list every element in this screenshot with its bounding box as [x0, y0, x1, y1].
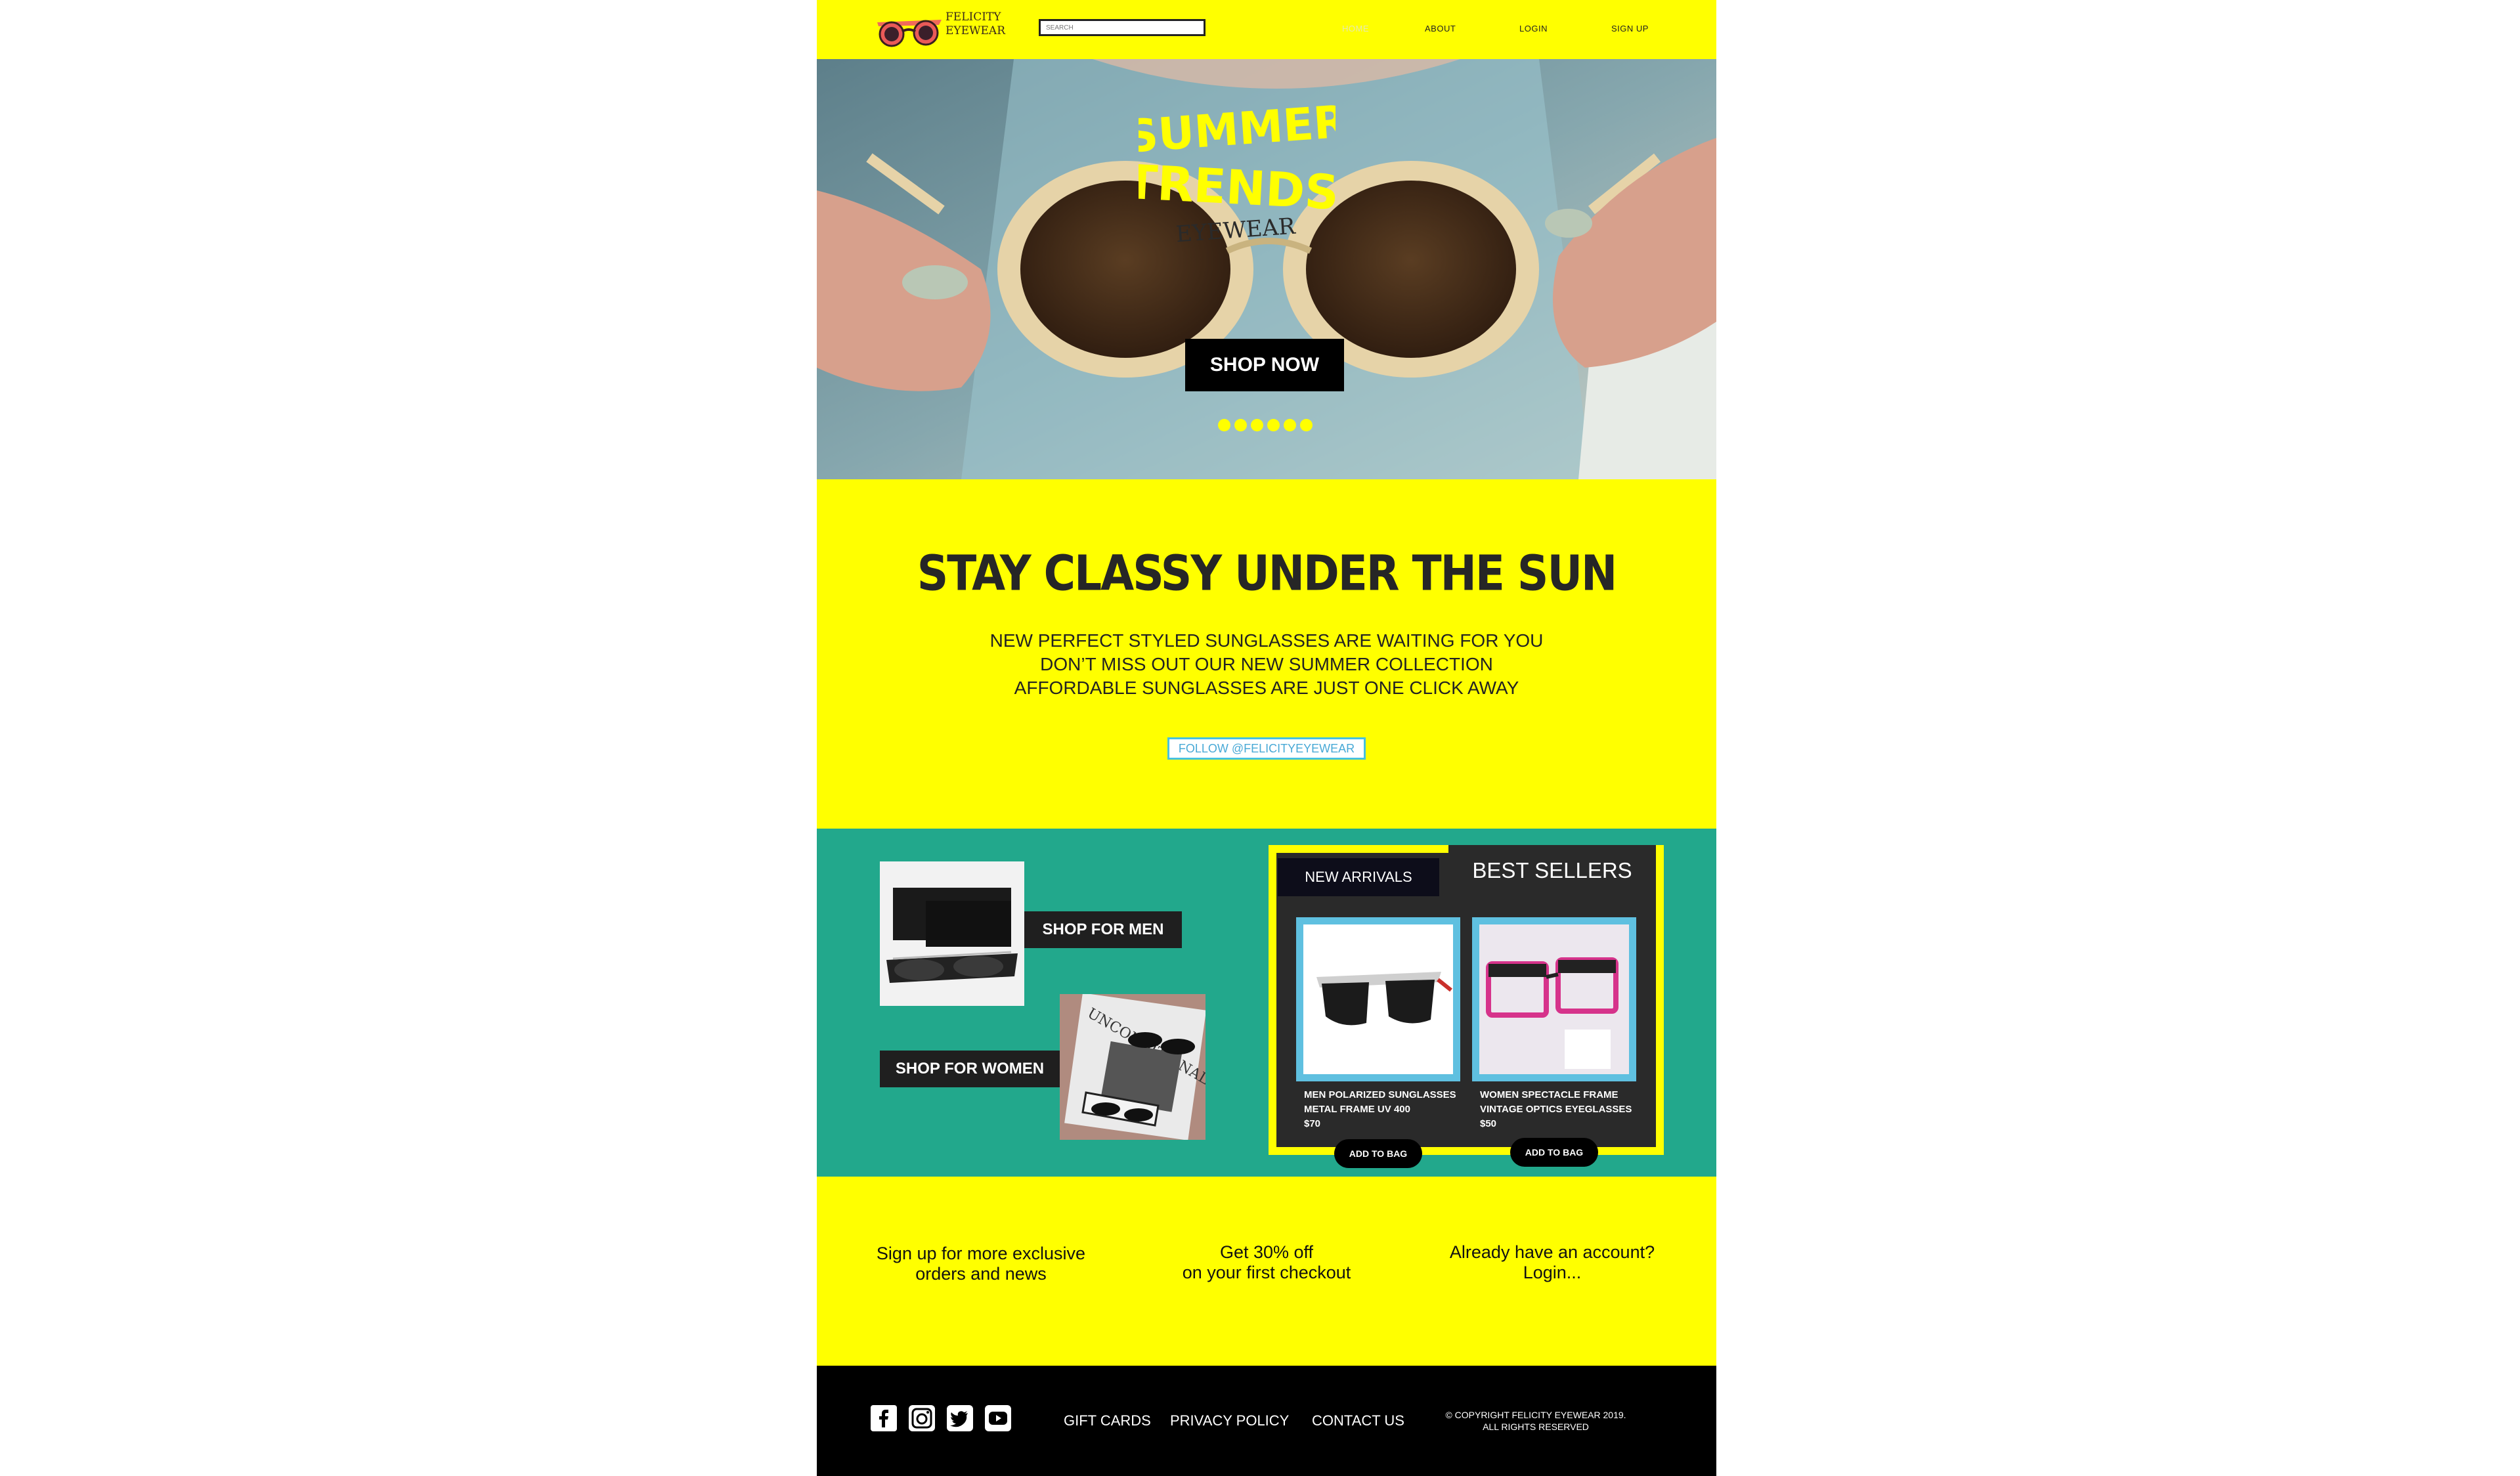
login-prompt[interactable]: Already have an account? Login...	[1434, 1242, 1670, 1283]
product-image-inner	[1303, 924, 1453, 1074]
product-name-line2: VINTAGE OPTICS EYEGLASSES	[1480, 1104, 1632, 1115]
product-name-line1: WOMEN SPECTACLE FRAME	[1480, 1089, 1618, 1100]
cta-section: Sign up for more exclusive orders and ne…	[817, 1177, 1716, 1366]
brand-line1: FELICITY	[945, 11, 1001, 24]
shop-section: SHOP FOR MEN UNCONDITIONAL SHOP FOR WOME…	[817, 829, 1716, 1177]
product-image-women-frame[interactable]	[1472, 917, 1636, 1081]
discount-line1: Get 30% off	[1219, 1242, 1314, 1262]
women-spectacle-frame-image	[1479, 924, 1629, 1074]
contact-us-link[interactable]: CONTACT US	[1312, 1412, 1404, 1429]
discount-line2: on your first checkout	[1182, 1263, 1351, 1282]
intro-heading: STAY CLASSY UNDER THE SUN	[917, 545, 1618, 602]
product-image-inner	[1479, 924, 1629, 1074]
header: FELICITY EYEWEAR HOME ABOUT LOGIN SIGN U…	[817, 0, 1716, 59]
carousel-dot[interactable]	[1234, 419, 1247, 431]
hero-banner: SUMMER TRENDS EYEWEAR SHOP NOW	[817, 59, 1716, 479]
twitter-icon[interactable]	[947, 1405, 973, 1431]
hero-title-line3: EYEWEAR	[1175, 213, 1297, 248]
hero-title: SUMMER TRENDS EYEWEAR	[1139, 96, 1336, 248]
product-price: $70	[1304, 1118, 1321, 1129]
product-name-line1: MEN POLARIZED SUNGLASSES	[1304, 1089, 1456, 1100]
add-to-bag-button[interactable]: ADD TO BAG	[1334, 1139, 1422, 1168]
facebook-icon[interactable]	[871, 1405, 897, 1431]
products-panel: NEW ARRIVALS BEST SELLERS MEN POLARIZED …	[1269, 845, 1664, 1168]
hero-title-line1: SUMMER	[1139, 96, 1336, 163]
carousel-dots	[1218, 419, 1313, 431]
page: FELICITY EYEWEAR HOME ABOUT LOGIN SIGN U…	[817, 0, 1716, 1476]
intro-line-3: AFFORDABLE SUNGLASSES ARE JUST ONE CLICK…	[1014, 678, 1519, 698]
product-price: $50	[1480, 1118, 1497, 1129]
shop-for-women-button[interactable]: SHOP FOR WOMEN	[880, 1051, 1060, 1087]
intro-line-1: NEW PERFECT STYLED SUNGLASSES ARE WAITIN…	[989, 630, 1544, 651]
products-panel-inner: NEW ARRIVALS BEST SELLERS MEN POLARIZED …	[1276, 845, 1656, 1147]
product-image-men-sunglasses[interactable]	[1296, 917, 1460, 1081]
youtube-icon[interactable]	[985, 1405, 1011, 1431]
signup-prompt[interactable]: Sign up for more exclusive orders and ne…	[863, 1244, 1099, 1284]
women-product-image[interactable]: UNCONDITIONAL	[1060, 994, 1206, 1140]
intro-text: NEW PERFECT STYLED SUNGLASSES ARE WAITIN…	[817, 629, 1716, 700]
search-input[interactable]	[1039, 19, 1206, 36]
men-product-image[interactable]	[880, 861, 1024, 1006]
product-name-line2: METAL FRAME UV 400	[1304, 1104, 1410, 1115]
product-info-women: WOMEN SPECTACLE FRAME VINTAGE OPTICS EYE…	[1480, 1088, 1632, 1131]
shop-now-button[interactable]: SHOP NOW	[1185, 339, 1344, 391]
login-line1: Already have an account?	[1449, 1242, 1655, 1262]
nav-login[interactable]: LOGIN	[1519, 24, 1548, 33]
carousel-dot[interactable]	[1300, 419, 1313, 431]
carousel-dot[interactable]	[1218, 419, 1230, 431]
nav-signup[interactable]: SIGN UP	[1611, 24, 1649, 33]
men-polarized-sunglasses-image	[1316, 972, 1452, 1026]
men-sunglasses-box-image	[880, 861, 1024, 1006]
signup-line2: orders and news	[915, 1264, 1047, 1284]
discount-offer[interactable]: Get 30% off on your first checkout	[1152, 1242, 1381, 1283]
women-sunglasses-magazine-image: UNCONDITIONAL	[1060, 994, 1206, 1140]
copyright: © COPYRIGHT FELICITY EYEWEAR 2019. ALL R…	[1434, 1409, 1638, 1433]
sunglasses-logo-icon	[877, 20, 942, 47]
follow-button[interactable]: FOLLOW @FELICITYEYEWEAR	[1167, 737, 1366, 760]
carousel-dot[interactable]	[1251, 419, 1263, 431]
brand-name: FELICITY EYEWEAR	[945, 11, 1005, 38]
carousel-dot[interactable]	[1284, 419, 1296, 431]
hero-title-line2: TRENDS	[1139, 154, 1336, 221]
footer: GIFT CARDS PRIVACY POLICY CONTACT US © C…	[817, 1366, 1716, 1476]
instagram-icon[interactable]	[909, 1405, 935, 1431]
tab-best-sellers[interactable]: BEST SELLERS	[1448, 845, 1656, 896]
copyright-line1: © COPYRIGHT FELICITY EYEWEAR 2019.	[1445, 1410, 1626, 1420]
gift-cards-link[interactable]: GIFT CARDS	[1064, 1412, 1151, 1429]
shop-for-men-button[interactable]: SHOP FOR MEN	[1024, 911, 1182, 948]
product-info-men: MEN POLARIZED SUNGLASSES METAL FRAME UV …	[1304, 1088, 1456, 1131]
intro-line-2: DON’T MISS OUT OUR NEW SUMMER COLLECTION	[1040, 654, 1493, 674]
add-to-bag-button[interactable]: ADD TO BAG	[1510, 1138, 1598, 1167]
privacy-policy-link[interactable]: PRIVACY POLICY	[1170, 1412, 1289, 1429]
nav-home[interactable]: HOME	[1342, 24, 1369, 33]
brand-line2: EYEWEAR	[945, 24, 1006, 37]
logo[interactable]: FELICITY EYEWEAR	[873, 9, 1011, 53]
nav-about[interactable]: ABOUT	[1425, 24, 1456, 33]
carousel-dot[interactable]	[1267, 419, 1280, 431]
intro-section: STAY CLASSY UNDER THE SUN NEW PERFECT ST…	[817, 479, 1716, 829]
copyright-line2: ALL RIGHTS RESERVED	[1483, 1422, 1589, 1432]
login-line2: Login...	[1523, 1263, 1582, 1282]
tab-new-arrivals[interactable]: NEW ARRIVALS	[1278, 858, 1439, 896]
signup-line1: Sign up for more exclusive	[876, 1244, 1086, 1263]
